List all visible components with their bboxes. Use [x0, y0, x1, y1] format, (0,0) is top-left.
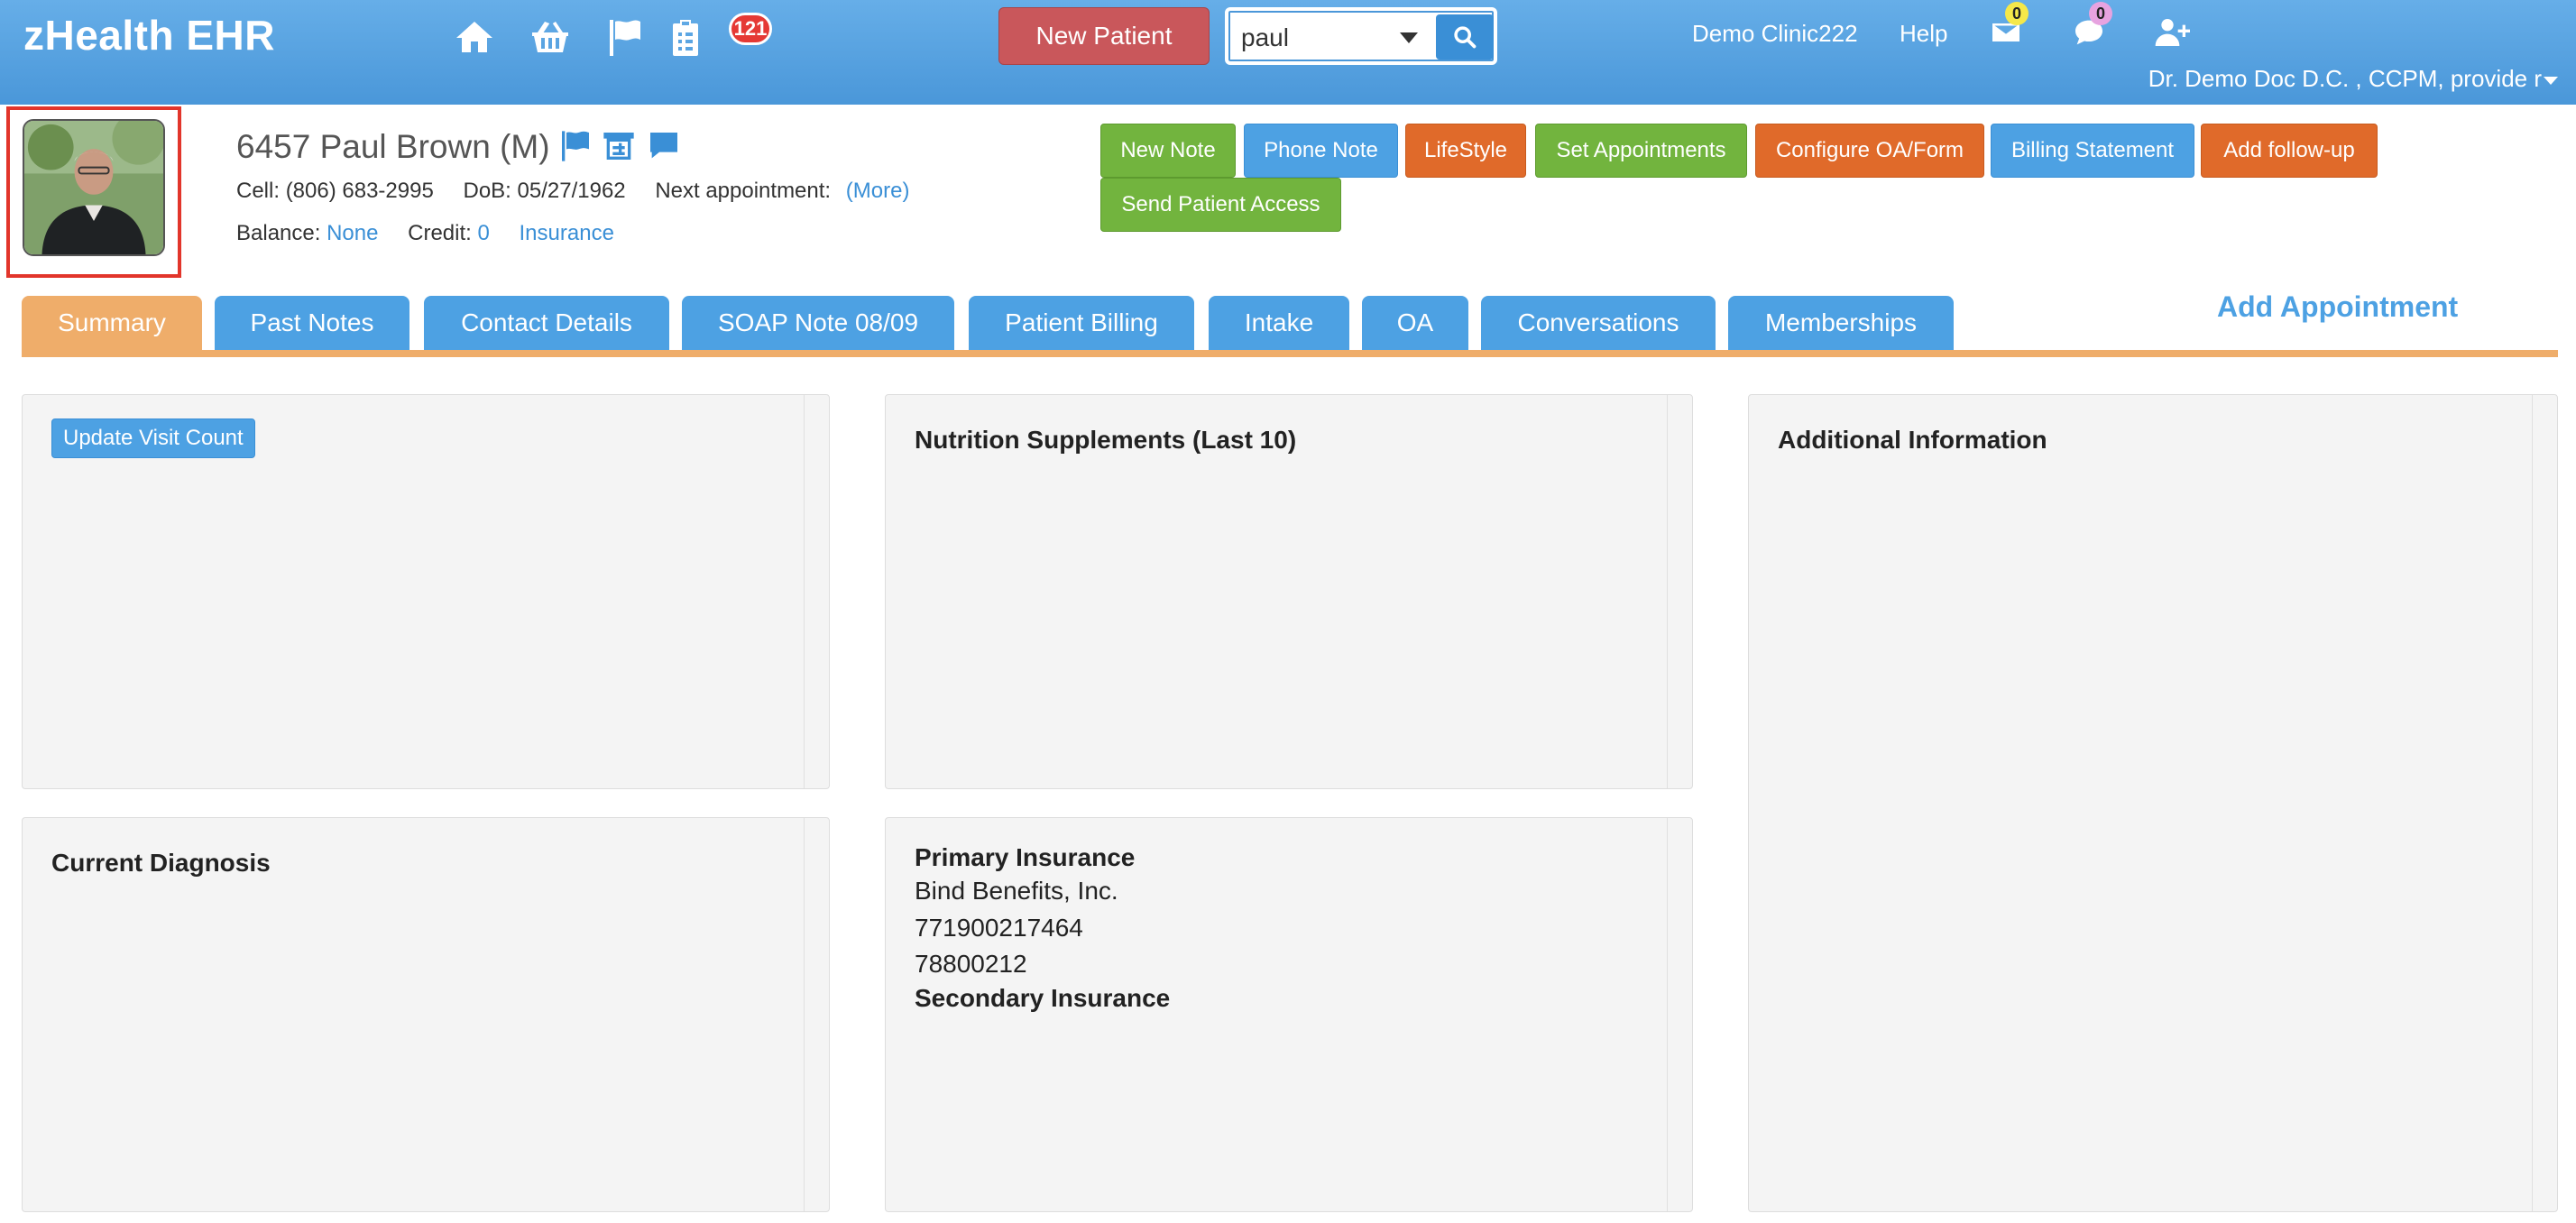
balance-link[interactable]: None [327, 221, 378, 245]
mail-count-badge: 0 [2005, 2, 2029, 25]
new-patient-button[interactable]: New Patient [998, 7, 1210, 65]
credit-link[interactable]: 0 [477, 221, 489, 245]
patient-photo[interactable] [23, 119, 165, 256]
tab-past-notes[interactable]: Past Notes [215, 296, 409, 350]
secondary-insurance-title: Secondary Insurance [915, 984, 1171, 1012]
search-dropdown-caret-icon[interactable] [1400, 32, 1418, 43]
current-diagnosis-title: Current Diagnosis [51, 849, 271, 877]
tab-contact-details[interactable]: Contact Details [424, 296, 669, 350]
cell-label: Cell: [236, 179, 281, 203]
user-name: Dr. Demo Doc D.C. , CCPM, provide r [2148, 65, 2542, 92]
tab-memberships[interactable]: Memberships [1728, 296, 1954, 350]
user-menu[interactable]: Dr. Demo Doc D.C. , CCPM, provide r [2148, 65, 2558, 93]
tab-soap-note[interactable]: SOAP Note 08/09 [682, 296, 954, 350]
primary-insurance-title: Primary Insurance [915, 843, 1136, 871]
configure-oa-form-button[interactable]: Configure OA/Form [1755, 124, 1984, 178]
cell-value: (806) 683-2995 [285, 179, 434, 203]
more-link[interactable]: (More) [846, 179, 910, 203]
patient-name: 6457 Paul Brown (M) [236, 128, 550, 165]
flag-icon[interactable] [603, 16, 646, 60]
nutrition-supplements-title: Nutrition Supplements (Last 10) [915, 426, 1297, 454]
patient-contact-line: Cell: (806) 683-2995 DoB: 05/27/1962 Nex… [236, 179, 909, 204]
primary-insurance-carrier: Bind Benefits, Inc. [915, 877, 1118, 905]
lifestyle-button[interactable]: LifeStyle [1405, 124, 1526, 178]
basket-icon[interactable] [529, 16, 572, 60]
panel-scrollbar[interactable] [1667, 818, 1692, 1211]
panel-scrollbar[interactable] [1667, 395, 1692, 788]
patient-balance-line: Balance: None Credit: 0 Insurance [236, 221, 614, 246]
search-icon [1454, 26, 1477, 49]
tab-intake[interactable]: Intake [1209, 296, 1349, 350]
patient-billing-icon[interactable] [601, 128, 637, 164]
help-link[interactable]: Help [1900, 20, 1947, 48]
tab-summary[interactable]: Summary [22, 296, 202, 350]
update-visit-count-button[interactable]: Update Visit Count [51, 418, 255, 458]
set-appointments-button[interactable]: Set Appointments [1535, 124, 1747, 178]
user-caret-icon [2544, 76, 2558, 85]
send-patient-access-button[interactable]: Send Patient Access [1100, 178, 1341, 232]
app-logo[interactable]: zHealth EHR [23, 11, 275, 60]
current-diagnosis-panel: Current Diagnosis [22, 817, 830, 1212]
balance-label: Balance: [236, 221, 321, 245]
tab-conversations[interactable]: Conversations [1481, 296, 1716, 350]
add-appointment-link[interactable]: Add Appointment [2217, 290, 2458, 324]
patient-search-input[interactable] [1241, 20, 1385, 56]
chat-count-badge: 0 [2089, 2, 2112, 25]
tab-patient-billing[interactable]: Patient Billing [969, 296, 1194, 350]
billing-statement-button[interactable]: Billing Statement [1991, 124, 2194, 178]
top-navbar: zHealth EHR 121 New Patient Demo Clinic2… [0, 0, 2576, 105]
patient-search [1225, 7, 1497, 65]
next-appointment-label: Next appointment: [655, 179, 832, 203]
additional-information-title: Additional Information [1778, 426, 2047, 454]
dob-label: DoB: [463, 179, 511, 203]
additional-information-panel: Additional Information [1748, 394, 2558, 1212]
tab-underline [22, 350, 2558, 357]
clipboard-icon[interactable] [664, 16, 707, 60]
home-icon[interactable] [453, 16, 496, 60]
patient-flag-icon[interactable] [557, 128, 593, 164]
visit-count-panel: Update Visit Count [22, 394, 830, 789]
insurance-link[interactable]: Insurance [520, 221, 614, 245]
phone-note-button[interactable]: Phone Note [1244, 124, 1398, 178]
primary-insurance-member-id: 771900217464 [915, 914, 1083, 942]
add-follow-up-button[interactable]: Add follow-up [2201, 124, 2378, 178]
panel-scrollbar[interactable] [804, 818, 829, 1211]
credit-label: Credit: [408, 221, 472, 245]
add-user-icon[interactable] [2154, 14, 2190, 51]
new-note-button[interactable]: New Note [1100, 124, 1236, 178]
clinic-link[interactable]: Demo Clinic222 [1692, 20, 1858, 48]
patient-message-icon[interactable] [646, 128, 682, 164]
panel-scrollbar[interactable] [804, 395, 829, 788]
nutrition-supplements-panel: Nutrition Supplements (Last 10) [885, 394, 1693, 789]
primary-insurance-group-id: 78800212 [915, 950, 1027, 978]
patient-photo-highlight[interactable] [6, 106, 181, 278]
panel-scrollbar[interactable] [2532, 395, 2557, 1211]
search-button[interactable] [1436, 14, 1494, 60]
dob-value: 05/27/1962 [517, 179, 626, 203]
tasks-count-badge[interactable]: 121 [729, 13, 772, 45]
insurance-panel: Primary Insurance Bind Benefits, Inc. 77… [885, 817, 1693, 1212]
tab-oa[interactable]: OA [1362, 296, 1468, 350]
